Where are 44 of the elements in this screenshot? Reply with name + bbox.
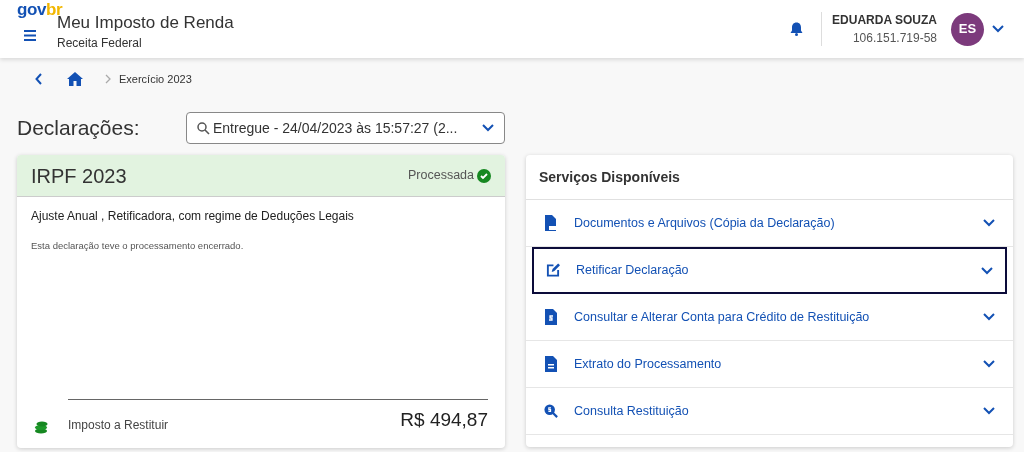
services-title: Serviços Disponíveis <box>526 155 1013 200</box>
declaration-note: Esta declaração teve o processamento encerrado. <box>30 239 245 253</box>
notification-bell-icon[interactable] <box>790 22 804 36</box>
search-dollar-icon <box>544 403 558 419</box>
declaration-title: IRPF 2023 <box>31 163 127 189</box>
amount-label: Imposto a Restituir <box>68 417 169 434</box>
home-icon[interactable] <box>67 72 83 86</box>
document-icon <box>545 356 557 372</box>
amount-value: R$ 494,87 <box>400 407 488 432</box>
service-label: Retificar Declaração <box>576 262 690 280</box>
dollar-document-icon <box>545 309 557 325</box>
menu-icon[interactable] <box>24 29 36 41</box>
app-subtitle: Receita Federal <box>57 35 143 52</box>
service-item[interactable]: Documentos e Arquivos (Cópia da Declaração) <box>526 200 1013 247</box>
pdf-file-icon <box>544 215 558 231</box>
declaration-select[interactable]: Entregue - 24/04/2023 às 15:57:27 (2... <box>186 112 505 144</box>
status-label: Processada <box>408 167 474 185</box>
chevron-down-icon <box>983 313 995 321</box>
chevron-down-icon <box>983 360 995 368</box>
service-label: Extrato do Processamento <box>574 355 723 373</box>
service-item[interactable]: Retificar Declaração <box>532 247 1007 294</box>
coins-icon <box>34 420 48 434</box>
user-avatar[interactable]: ES <box>951 12 984 46</box>
breadcrumb-link[interactable]: Exercício 2023 <box>119 70 192 88</box>
service-item[interactable]: Consulta Restituição <box>526 388 1013 435</box>
service-label: Documentos e Arquivos (Cópia da Declaração) <box>574 214 836 232</box>
user-menu-chevron-icon[interactable] <box>992 25 1004 33</box>
chevron-right-icon <box>105 74 111 84</box>
service-label: Consulta Restituição <box>574 402 690 420</box>
search-icon <box>197 121 210 135</box>
user-name: EDUARDA SOUZA <box>832 12 937 29</box>
chevron-down-icon <box>983 407 995 415</box>
service-item[interactable]: Extrato do Processamento <box>526 341 1013 388</box>
service-label: Consultar e Alterar Conta para Crédito de Restituição <box>574 308 871 326</box>
back-icon[interactable] <box>35 73 43 85</box>
chevron-down-icon <box>981 266 993 275</box>
chevron-down-icon <box>983 219 995 227</box>
declaration-type: Ajuste Anual , Retificadora, com regime de Deduções Legais <box>30 208 355 225</box>
edit-icon <box>546 263 560 278</box>
declarations-label: Declarações: <box>17 115 141 142</box>
select-value: Entregue - 24/04/2023 às 15:57:27 (2... <box>213 118 459 138</box>
chevron-down-icon <box>482 124 494 132</box>
service-item[interactable]: Consultar e Alterar Conta para Crédito de Restituição <box>526 294 1013 341</box>
user-cpf: 106.151.719-58 <box>852 30 937 47</box>
